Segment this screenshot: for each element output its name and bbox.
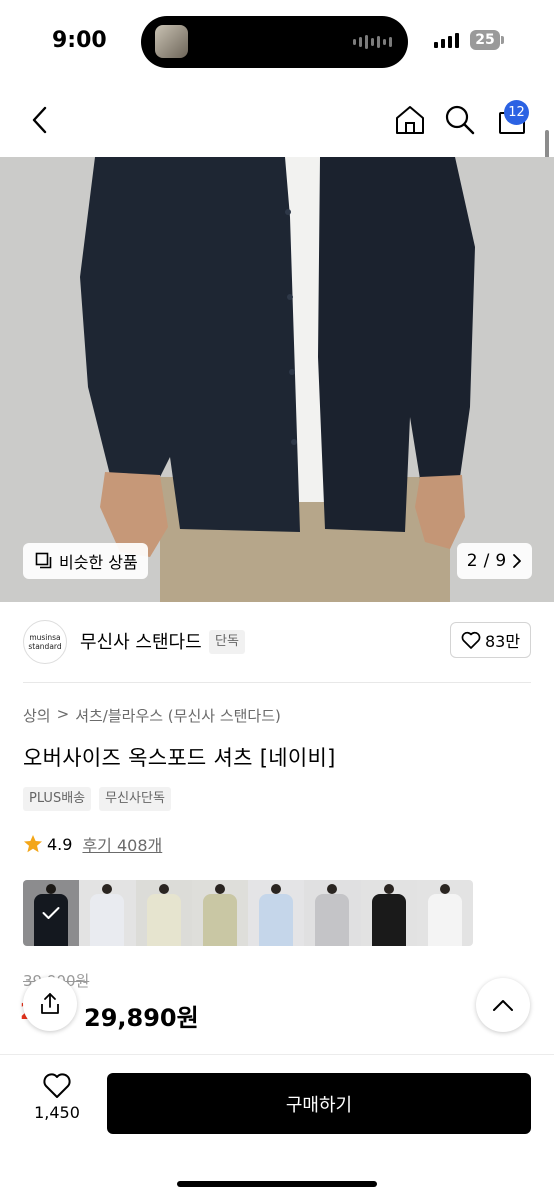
- brand-logo-line1: musinsa: [29, 633, 61, 642]
- share-icon: [41, 993, 59, 1014]
- color-swatches: [23, 880, 473, 946]
- color-swatch-navy[interactable]: [23, 880, 80, 946]
- plus-delivery-tag: PLUS배송: [23, 787, 92, 811]
- status-time: 9:00: [52, 28, 107, 53]
- selected-check-icon: [23, 880, 79, 946]
- dynamic-island[interactable]: [141, 16, 408, 68]
- product-tags: PLUS배송 무신사단독: [23, 787, 171, 811]
- color-swatch-white[interactable]: [416, 880, 473, 946]
- model-head: [327, 884, 338, 894]
- signal-icon: [434, 32, 459, 48]
- wishlist-count: 1,450: [34, 1103, 80, 1122]
- home-icon: [396, 106, 424, 134]
- model-head: [271, 884, 282, 894]
- musinsa-exclusive-tag: 무신사단독: [99, 787, 171, 811]
- home-button[interactable]: [392, 102, 428, 138]
- share-button[interactable]: [23, 977, 77, 1031]
- star-icon: [24, 835, 42, 853]
- search-button[interactable]: [442, 102, 478, 138]
- rating-value: 4.9: [47, 834, 73, 854]
- shirt-thumbnail: [202, 894, 237, 946]
- top-navigation: [0, 84, 554, 156]
- similar-products-button[interactable]: 비슷한 상품: [23, 543, 148, 579]
- buy-button[interactable]: 구매하기: [107, 1073, 531, 1134]
- product-image[interactable]: [0, 157, 554, 602]
- status-bar: 9:00 25: [0, 0, 554, 84]
- color-swatch-gray[interactable]: [304, 880, 361, 946]
- sale-price: 29,890원: [84, 1004, 199, 1032]
- battery-icon: 25: [470, 30, 500, 50]
- reviews-link[interactable]: 후기 408개: [82, 832, 162, 856]
- model-head: [214, 884, 225, 894]
- search-icon: [445, 105, 475, 135]
- model-head: [383, 884, 394, 894]
- shirt-thumbnail: [371, 894, 406, 946]
- page-total: 9: [495, 551, 507, 571]
- chevron-up-icon: [493, 1000, 513, 1011]
- heart-icon: [461, 631, 481, 649]
- model-head: [158, 884, 169, 894]
- heart-icon: [43, 1073, 71, 1098]
- page-current: 2: [466, 551, 478, 571]
- color-swatch-cream[interactable]: [135, 880, 192, 946]
- battery-tip: [501, 36, 504, 44]
- breadcrumb-separator: >: [56, 705, 70, 723]
- home-indicator: [177, 1181, 377, 1187]
- brand-like-count: 83만: [484, 632, 521, 651]
- product-photo: [0, 157, 554, 602]
- page-separator: /: [483, 551, 490, 571]
- color-swatch-white-stripe[interactable]: [79, 880, 136, 946]
- brand-logo-line2: standard: [28, 642, 62, 651]
- audio-wave-icon: [353, 34, 392, 50]
- shirt-thumbnail: [146, 894, 181, 946]
- shirt-thumbnail: [315, 894, 350, 946]
- brand-name[interactable]: 무신사 스탠다드: [80, 628, 202, 654]
- wishlist-button[interactable]: 1,450: [24, 1072, 90, 1134]
- chevron-left-icon: [32, 106, 47, 134]
- breadcrumb-category[interactable]: 상의: [23, 705, 51, 726]
- exclusive-tag: 단독: [209, 630, 245, 654]
- breadcrumb[interactable]: 상의 > 셔츠/블라우스 (무신사 스탠다드): [23, 705, 281, 726]
- shirt-thumbnail: [259, 894, 294, 946]
- shirt-thumbnail: [90, 894, 125, 946]
- chevron-right-icon: [513, 554, 522, 568]
- breadcrumb-subcategory[interactable]: 셔츠/블라우스 (무신사 스탠다드): [75, 705, 281, 726]
- brand-like-button[interactable]: 83만: [450, 622, 531, 658]
- cart-count-badge: 12: [504, 100, 529, 125]
- rating-row: 4.9 후기 408개: [23, 832, 162, 856]
- model-head: [439, 884, 450, 894]
- product-title: 오버사이즈 옥스포드 셔츠 [네이비]: [23, 746, 336, 770]
- back-button[interactable]: [22, 102, 58, 138]
- color-swatch-light-blue[interactable]: [248, 880, 305, 946]
- divider: [23, 682, 531, 683]
- shirt-thumbnail: [427, 894, 462, 946]
- color-swatch-black[interactable]: [360, 880, 417, 946]
- copy-icon: [35, 552, 52, 569]
- model-head: [102, 884, 113, 894]
- similar-products-label: 비슷한 상품: [59, 553, 138, 572]
- color-swatch-olive[interactable]: [191, 880, 248, 946]
- now-playing-thumbnail: [155, 25, 188, 58]
- scroll-to-top-button[interactable]: [476, 978, 530, 1032]
- brand-logo[interactable]: musinsa standard: [23, 620, 67, 664]
- image-page-indicator[interactable]: 2 / 9: [457, 543, 532, 579]
